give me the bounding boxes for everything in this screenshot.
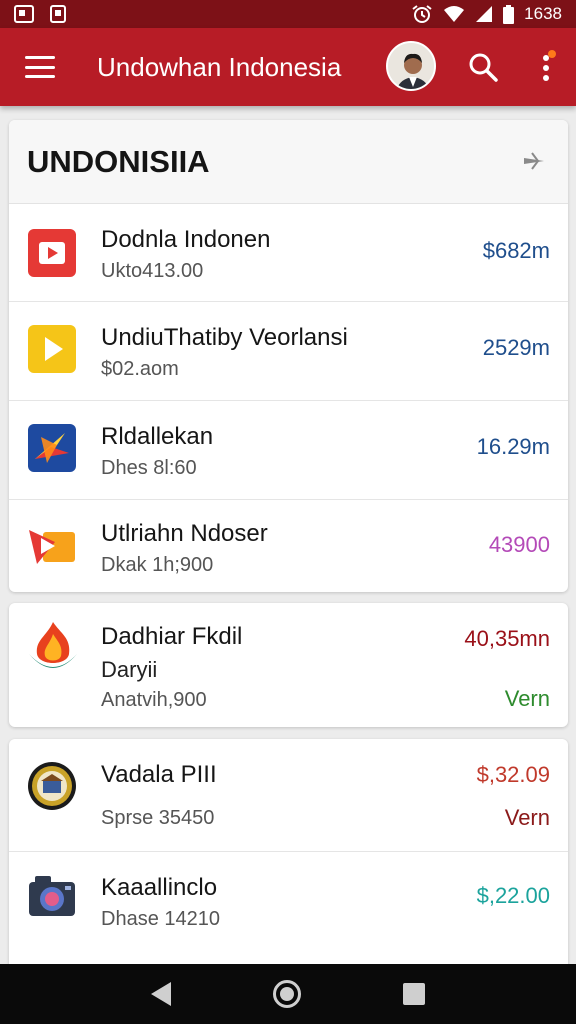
system-nav-bar xyxy=(0,964,576,1024)
card-header: UNDONISIIA xyxy=(9,120,568,204)
list-item[interactable]: Dodnla Indonen Ukto413.00 $682m xyxy=(9,204,568,302)
flame-emblem-icon xyxy=(29,622,77,668)
gallery-icon xyxy=(14,5,34,23)
item-title: Rldallekan xyxy=(101,423,214,450)
item-title: Dodnla Indonen xyxy=(101,226,271,253)
item-title: Dadhiar Fkdil xyxy=(101,623,243,650)
camera-icon xyxy=(29,876,75,916)
card-list: Vadala PIII Sprse 35450 $,32.09 Vern Kaa… xyxy=(9,739,568,974)
item-subtitle: Sprse 35450 xyxy=(101,807,215,829)
item-subtitle: Anatvih,900 xyxy=(101,689,207,711)
item-subtitle: Dkak 1h;900 xyxy=(101,554,214,576)
avatar[interactable] xyxy=(386,41,436,91)
item-title: Kaaallinclo xyxy=(101,874,218,901)
status-time: 1638 xyxy=(524,4,562,23)
item-title: Vadala PIII xyxy=(101,761,217,788)
item-value: 40,35mn xyxy=(464,626,550,651)
item-value: 2529m xyxy=(482,335,550,360)
menu-icon[interactable] xyxy=(25,56,55,78)
list-item[interactable]: UndiuThatiby Veorlansi $02.aom 2529m xyxy=(9,302,568,401)
battery-icon xyxy=(503,4,515,24)
seal-icon xyxy=(28,762,76,810)
search-icon[interactable] xyxy=(468,52,498,82)
card-featured[interactable]: Dadhiar Fkdil Daryii Anatvih,900 40,35mn… xyxy=(9,603,568,727)
play-icon xyxy=(28,325,76,373)
list-item[interactable]: Kaaallinclo Dhase 14210 $,22.00 xyxy=(9,852,568,952)
item-value: $,22.00 xyxy=(476,883,550,908)
item-value: 43900 xyxy=(488,532,550,557)
back-icon[interactable] xyxy=(151,982,171,1006)
share-icon[interactable] xyxy=(522,148,548,174)
home-icon[interactable] xyxy=(273,980,301,1008)
slides-icon xyxy=(29,530,75,564)
item-title: Utlriahn Ndoser xyxy=(101,520,268,547)
recent-apps-icon[interactable] xyxy=(403,983,425,1005)
card-title: UNDONISIIA xyxy=(27,143,210,179)
item-subtitle: Ukto413.00 xyxy=(101,260,204,282)
app-title: Undowhan Indonesia xyxy=(97,51,342,82)
item-title-line2: Daryii xyxy=(101,657,158,682)
item-subtitle: Dhes 8l:60 xyxy=(101,457,197,479)
wifi-icon xyxy=(444,6,465,22)
list-item[interactable]: Rldallekan Dhes 8l:60 16.29m xyxy=(9,401,568,500)
alarm-icon xyxy=(412,5,432,23)
item-value: $682m xyxy=(482,238,550,263)
youtube-icon xyxy=(28,229,76,277)
app-bar: Undowhan Indonesia xyxy=(0,28,576,106)
list-item[interactable]: Vadala PIII Sprse 35450 $,32.09 Vern xyxy=(9,739,568,852)
card-main: UNDONISIIA Dodnla Indonen Ukto413.00 $68… xyxy=(9,120,568,592)
star-icon xyxy=(28,424,76,472)
status-tag: Vern xyxy=(504,686,550,711)
item-value: 16.29m xyxy=(476,434,550,459)
list-item[interactable]: Utlriahn Ndoser Dkak 1h;900 43900 xyxy=(9,500,568,592)
signal-icon xyxy=(476,6,493,22)
status-bar: 1638 xyxy=(0,0,576,28)
item-subtitle: $02.aom xyxy=(101,358,179,380)
item-title: UndiuThatiby Veorlansi xyxy=(101,324,348,351)
status-tag: Vern xyxy=(504,805,550,830)
more-vert-icon[interactable] xyxy=(536,48,556,88)
item-subtitle: Dhase 14210 xyxy=(101,908,220,930)
notification-icon xyxy=(50,5,66,23)
item-value: $,32.09 xyxy=(476,762,550,787)
